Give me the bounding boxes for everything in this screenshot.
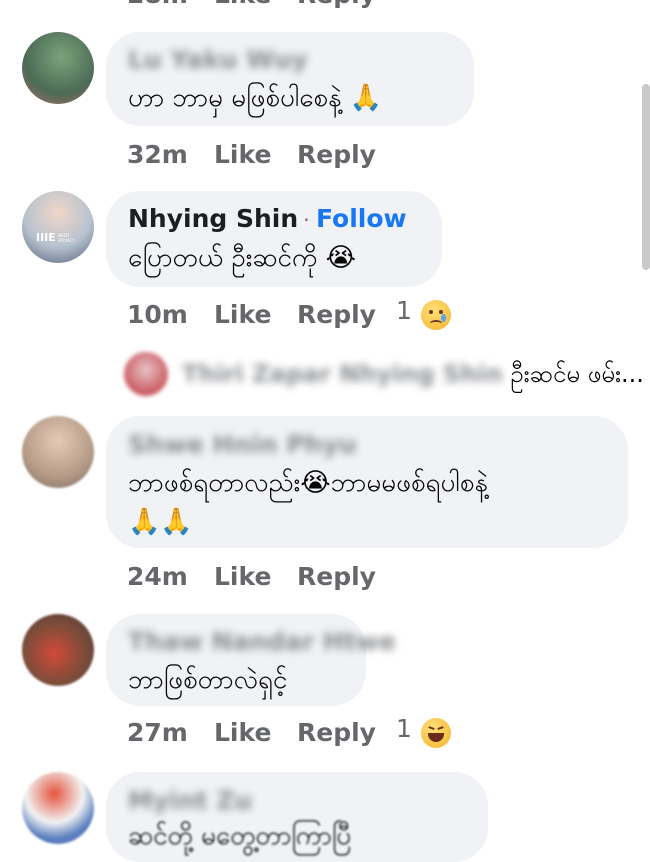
reaction-summary[interactable]: 1 (396, 714, 451, 748)
like-button[interactable]: Like (214, 140, 271, 169)
reply-button[interactable]: Reply (297, 562, 376, 591)
comment-author[interactable]: Myint Zu (128, 786, 252, 815)
comment-author[interactable]: Shwe Hnin Phyu (128, 430, 357, 459)
avatar[interactable] (22, 32, 94, 104)
comment-time: 32m (127, 140, 188, 169)
comment-text-body: ဟာ ဘာမှ မဖြစ်ပါစေနဲ့ (128, 83, 342, 113)
sad-reaction-icon (421, 299, 451, 330)
avatar[interactable] (124, 352, 168, 396)
reaction-count: 1 (396, 714, 412, 743)
comment-text-line2: 🙏🙏 (128, 502, 193, 542)
reaction-count: 1 (396, 296, 412, 325)
comment-text: ဘာဖြစ်တာလဲရှင့် (128, 665, 288, 695)
comment-text-body: ပြောတယ် ဦးဆင်ကို (128, 243, 318, 273)
reaction-summary[interactable]: 1 (396, 296, 451, 330)
comment-time: 10m (127, 300, 188, 329)
avatar[interactable] (22, 614, 94, 686)
folded-hands-emoji: 🙏 (349, 83, 383, 113)
crying-face-emoji: 😭 (300, 468, 331, 498)
like-button[interactable]: Like (214, 300, 271, 329)
haha-reaction-icon (421, 717, 451, 748)
avatar[interactable] (22, 416, 94, 488)
comment-time: 24m (127, 562, 188, 591)
reply-button[interactable]: Reply (297, 0, 376, 9)
comment-time: 27m (127, 718, 188, 747)
comment-author[interactable]: Nhying Shin (128, 204, 298, 233)
comment-text: ဘာဖစ်ရတာလည်း😭ဘာမမဖစ်ရပါစနဲ့ (128, 463, 488, 503)
comment-author[interactable]: Thaw Nandar Htwe (128, 627, 396, 656)
avatar[interactable]: IIIE NEED PRIVACY (22, 191, 94, 263)
comment-text-body-continued: ဘာမမဖစ်ရပါစနဲ့ (330, 468, 488, 498)
reply-preview[interactable]: Thiri Zapar Nhying Shin ဦးဆင်မ ဖမ်း... (182, 358, 644, 394)
comment-text: ဆင်တို့ မတွေ့တာကြာပြီ (128, 821, 352, 851)
reply-text: ဦးဆင်မ ဖမ်း... (510, 360, 644, 388)
avatar-logo-caption: NEED PRIVACY (58, 233, 75, 243)
crying-face-emoji: 😭 (325, 243, 357, 273)
reply-button[interactable]: Reply (297, 140, 376, 169)
like-button[interactable]: Like (214, 718, 271, 747)
scrollbar[interactable] (642, 84, 650, 270)
reply-button[interactable]: Reply (297, 300, 376, 329)
separator-dot: · (303, 208, 316, 232)
comment-text: ပြောတယ် ဦးဆင်ကို 😭 (128, 238, 356, 278)
comment-author[interactable]: Lu Yaku Wuy (128, 45, 308, 74)
like-button[interactable]: Like (214, 562, 271, 591)
avatar-logo: IIIE (36, 231, 56, 244)
like-button[interactable]: Like (214, 0, 271, 9)
comment-text: ဟာ ဘာမှ မဖြစ်ပါစေနဲ့ 🙏 (128, 78, 382, 118)
follow-button[interactable]: Follow (316, 204, 407, 233)
comment-time: 28m (127, 0, 188, 9)
folded-hands-emoji: 🙏🙏 (128, 507, 193, 537)
reply-button[interactable]: Reply (297, 718, 376, 747)
comment-text-body: ဘာဖစ်ရတာလည်း (128, 468, 301, 498)
comment-header: Nhying Shin · Follow (128, 204, 407, 233)
avatar[interactable] (22, 772, 94, 844)
reply-author: Thiri Zapar Nhying Shin (182, 360, 503, 388)
